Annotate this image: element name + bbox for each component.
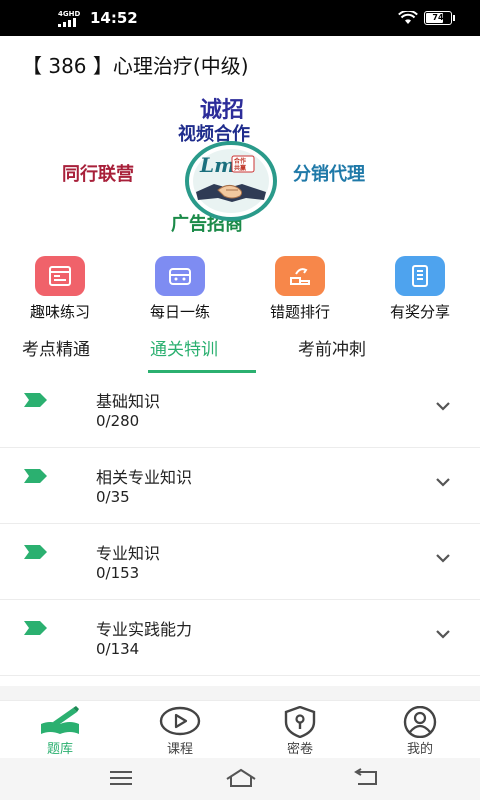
nav-label: 课程 bbox=[166, 742, 193, 757]
banner-left: 同行联营 bbox=[62, 164, 134, 185]
page-title: 【 386 】心理治疗(中级) bbox=[22, 54, 249, 78]
nav-courses[interactable]: 课程 bbox=[140, 705, 220, 757]
chevron-down-icon[interactable] bbox=[434, 476, 452, 488]
quick-action-label: 有奖分享 bbox=[389, 303, 450, 321]
list-item[interactable]: 基础知识 0/280 bbox=[0, 372, 480, 448]
clock: 14:52 bbox=[90, 9, 138, 27]
quick-action-fun-practice[interactable]: 趣味练习 bbox=[0, 256, 120, 322]
chevron-down-icon[interactable] bbox=[434, 400, 452, 412]
ad-banner[interactable]: 诚招 视频合作 同行联营 分销代理 广告招商 Lm 合作 共赢 bbox=[56, 92, 418, 242]
user-icon bbox=[403, 706, 437, 738]
chapter-name: 专业知识 bbox=[96, 544, 161, 563]
chapter-progress: 0/153 bbox=[96, 564, 140, 582]
status-bar: 4GHD 14:52 74 bbox=[0, 0, 480, 36]
chapter-name: 基础知识 bbox=[96, 392, 161, 411]
menu-icon[interactable] bbox=[108, 768, 134, 788]
flag-icon bbox=[24, 469, 47, 483]
daily-icon bbox=[155, 256, 205, 296]
tab-key-points[interactable]: 考点精通 bbox=[22, 335, 90, 360]
svg-text:合作: 合作 bbox=[234, 157, 246, 165]
chevron-down-icon[interactable] bbox=[434, 552, 452, 564]
home-icon[interactable] bbox=[224, 768, 258, 788]
nav-label: 我的 bbox=[406, 742, 433, 757]
chapter-list: 基础知识 0/280 相关专业知识 0/35 专业知识 0/153 专业实践能力… bbox=[0, 372, 480, 676]
nav-label: 题库 bbox=[46, 742, 73, 757]
practice-icon bbox=[35, 256, 85, 296]
share-icon bbox=[395, 256, 445, 296]
lock-shield-icon bbox=[284, 706, 316, 738]
chapter-name: 专业实践能力 bbox=[96, 620, 193, 639]
network-type: 4GHD bbox=[58, 10, 81, 18]
chapter-name: 相关专业知识 bbox=[96, 468, 193, 487]
quick-action-label: 错题排行 bbox=[269, 303, 330, 321]
nav-secret-papers[interactable]: 密卷 bbox=[260, 705, 340, 757]
chapter-progress: 0/35 bbox=[96, 488, 130, 506]
quick-action-reward-share[interactable]: 有奖分享 bbox=[360, 256, 480, 322]
quick-action-daily-practice[interactable]: 每日一练 bbox=[120, 256, 240, 322]
svg-text:共赢: 共赢 bbox=[234, 164, 246, 172]
list-item[interactable]: 专业实践能力 0/134 bbox=[0, 600, 480, 676]
tab-sprint[interactable]: 考前冲刺 bbox=[298, 335, 366, 360]
chapter-progress: 0/134 bbox=[96, 640, 140, 658]
quick-action-label: 每日一练 bbox=[149, 303, 210, 321]
question-bank-icon bbox=[41, 706, 79, 734]
svg-text:Lm: Lm bbox=[199, 153, 235, 177]
battery-level: 74 bbox=[432, 13, 444, 22]
flag-icon bbox=[24, 393, 47, 407]
flag-icon bbox=[24, 621, 47, 635]
quick-action-wrong-rank[interactable]: 错题排行 bbox=[240, 256, 360, 322]
chapter-progress: 0/280 bbox=[96, 412, 140, 430]
list-item[interactable]: 专业知识 0/153 bbox=[0, 524, 480, 600]
wifi-icon bbox=[398, 11, 418, 24]
flag-icon bbox=[24, 545, 47, 559]
tab-bar: 考点精通 通关特训 考前冲刺 bbox=[0, 330, 480, 374]
bottom-nav: 题库 课程 密卷 我的 bbox=[0, 700, 480, 758]
play-icon bbox=[159, 706, 201, 736]
nav-label: 密卷 bbox=[286, 742, 313, 757]
wrong-rank-icon bbox=[275, 256, 325, 296]
nav-question-bank[interactable]: 题库 bbox=[20, 705, 100, 757]
signal-icon bbox=[58, 18, 76, 27]
system-nav-bar bbox=[0, 758, 480, 800]
back-icon[interactable] bbox=[352, 768, 380, 788]
list-item[interactable]: 相关专业知识 0/35 bbox=[0, 448, 480, 524]
battery-icon: 74 bbox=[424, 11, 452, 25]
quick-action-label: 趣味练习 bbox=[29, 303, 90, 321]
nav-profile[interactable]: 我的 bbox=[380, 705, 460, 757]
tab-special-training[interactable]: 通关特训 bbox=[150, 335, 218, 360]
banner-right: 分销代理 bbox=[293, 164, 365, 185]
divider bbox=[0, 686, 480, 700]
handshake-logo-icon: Lm 合作 共赢 bbox=[185, 141, 277, 221]
chevron-down-icon[interactable] bbox=[434, 628, 452, 640]
